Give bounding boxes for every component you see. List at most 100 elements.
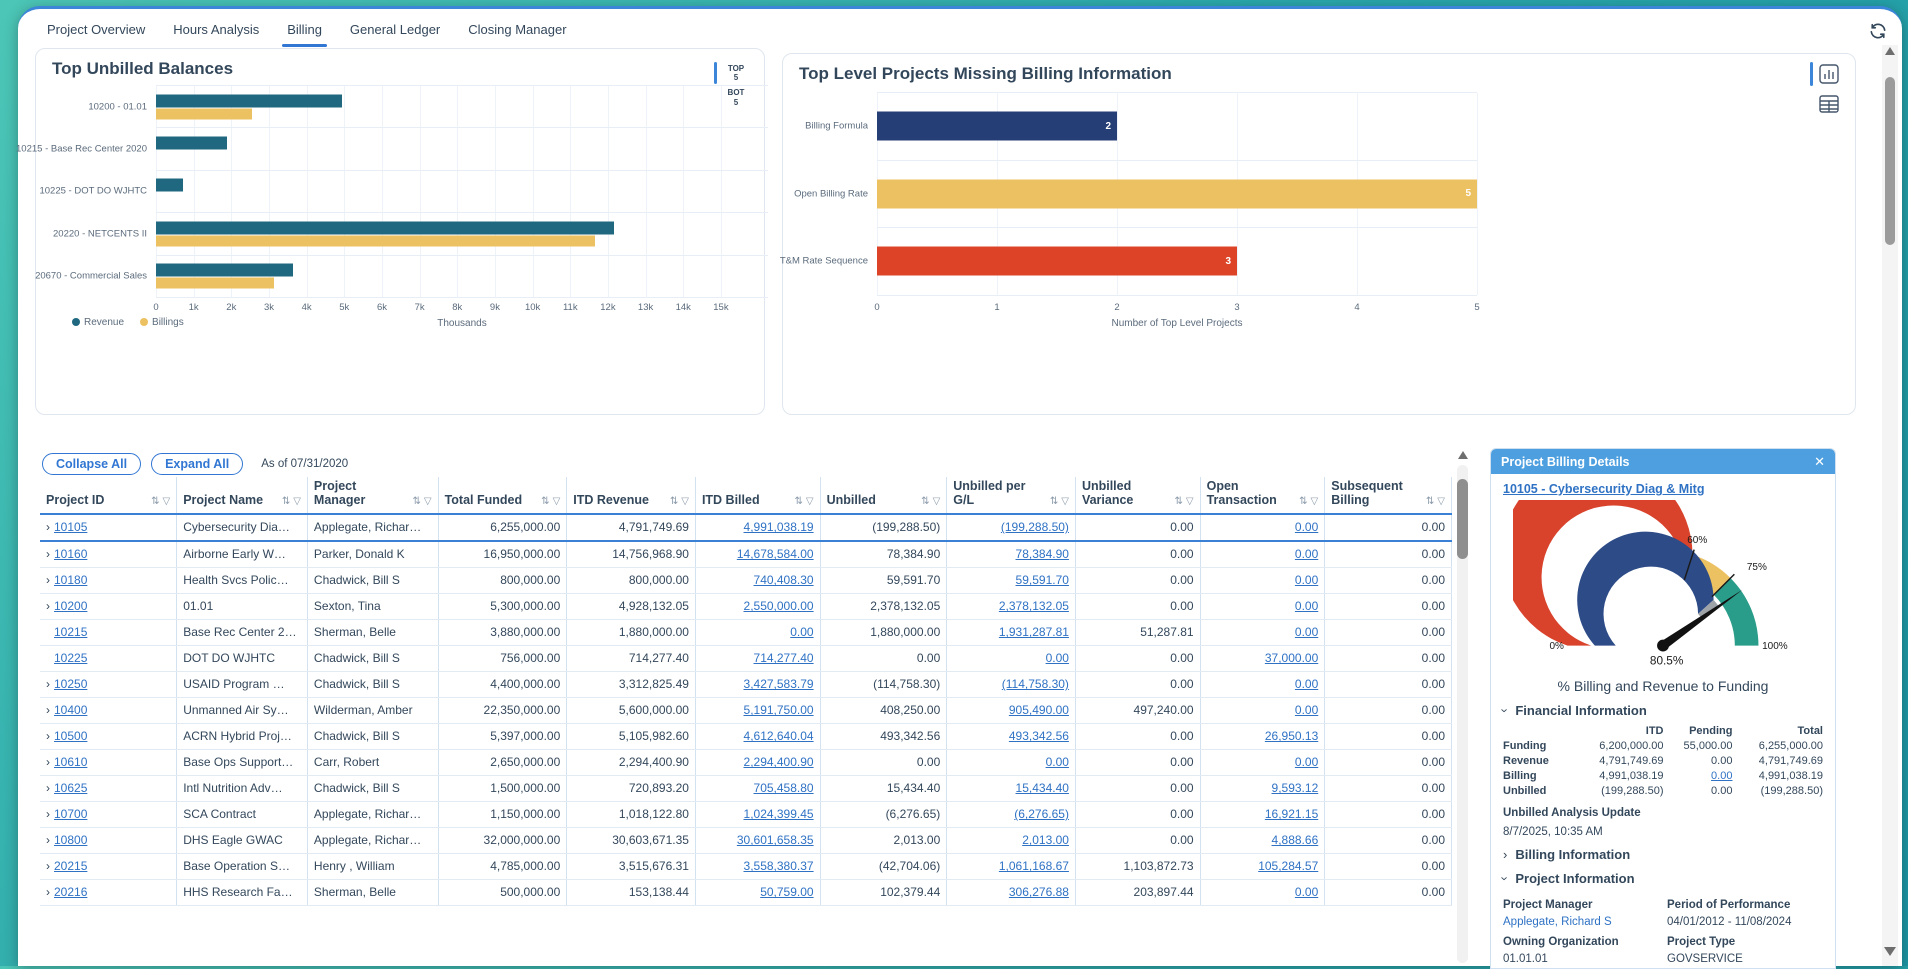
filter-icon[interactable]: ▽ bbox=[1186, 496, 1194, 507]
open_txn-link[interactable]: 0.00 bbox=[1295, 573, 1318, 587]
unbilled_gl-link[interactable]: 493,342.56 bbox=[1009, 729, 1069, 743]
project-id-link[interactable]: 10200 bbox=[54, 599, 87, 613]
expand-chevron-icon[interactable]: › bbox=[46, 599, 50, 613]
table-row-10500[interactable]: ›10500ACRN Hybrid Proj…Chadwick, Bill S5… bbox=[40, 723, 1452, 749]
table-row-10250[interactable]: ›10250USAID Program …Chadwick, Bill S4,4… bbox=[40, 671, 1452, 697]
open_txn-link[interactable]: 0.00 bbox=[1295, 547, 1318, 561]
bar-billings-10200-01-01[interactable] bbox=[156, 108, 252, 119]
expand-chevron-icon[interactable]: › bbox=[46, 755, 50, 769]
sort-icon[interactable]: ⇅ bbox=[1299, 496, 1307, 507]
unbilled_gl-link[interactable]: 2,378,132.05 bbox=[999, 599, 1069, 613]
sort-icon[interactable]: ⇅ bbox=[1175, 496, 1183, 507]
table-row-10225[interactable]: ›10225DOT DO WJHTCChadwick, Bill S756,00… bbox=[40, 645, 1452, 671]
unbilled_gl-link[interactable]: 1,931,287.81 bbox=[999, 625, 1069, 639]
filter-icon[interactable]: ▽ bbox=[293, 496, 301, 507]
sort-icon[interactable]: ⇅ bbox=[541, 496, 549, 507]
filter-icon[interactable]: ▽ bbox=[424, 496, 432, 507]
billed-link[interactable]: 4,612,640.04 bbox=[744, 729, 814, 743]
bar-revenue-10225-dot-do-wjhtc[interactable] bbox=[156, 179, 183, 192]
filter-icon[interactable]: ▽ bbox=[1061, 496, 1069, 507]
open_txn-link[interactable]: 37,000.00 bbox=[1265, 651, 1318, 665]
billed-link[interactable]: 50,759.00 bbox=[760, 885, 813, 899]
project-id-link[interactable]: 10160 bbox=[54, 547, 87, 561]
project-id-link[interactable]: 10250 bbox=[54, 677, 87, 691]
open_txn-link[interactable]: 4,888.66 bbox=[1272, 833, 1319, 847]
expand-chevron-icon[interactable]: › bbox=[46, 573, 50, 587]
section-project-information[interactable]: › Project Information bbox=[1503, 871, 1823, 886]
billed-link[interactable]: 2,550,000.00 bbox=[744, 599, 814, 613]
billed-link[interactable]: 5,191,750.00 bbox=[744, 703, 814, 717]
column-header-open_txn[interactable]: Open Transaction⇅▽ bbox=[1200, 477, 1325, 514]
sort-icon[interactable]: ⇅ bbox=[921, 496, 929, 507]
bar-open-billing-rate[interactable]: 5 bbox=[877, 179, 1477, 208]
column-header-manager[interactable]: Project Manager⇅▽ bbox=[307, 477, 438, 514]
close-icon[interactable]: ✕ bbox=[1814, 454, 1825, 470]
expand-chevron-icon[interactable]: › bbox=[46, 833, 50, 847]
open_txn-link[interactable]: 9,593.12 bbox=[1272, 781, 1319, 795]
unbilled_gl-link[interactable]: 2,013.00 bbox=[1022, 833, 1069, 847]
refresh-icon[interactable] bbox=[1868, 21, 1888, 41]
open_txn-link[interactable]: 105,284.57 bbox=[1258, 859, 1318, 873]
expand-chevron-icon[interactable]: › bbox=[46, 781, 50, 795]
unbilled_gl-link[interactable]: 0.00 bbox=[1046, 651, 1069, 665]
open_txn-link[interactable]: 26,950.13 bbox=[1265, 729, 1318, 743]
billed-link[interactable]: 3,427,583.79 bbox=[744, 677, 814, 691]
section-financial-information[interactable]: › Financial Information bbox=[1503, 703, 1823, 718]
unbilled_gl-link[interactable]: 59,591.70 bbox=[1016, 573, 1069, 587]
project-id-link[interactable]: 10180 bbox=[54, 573, 87, 587]
project-id-link[interactable]: 10610 bbox=[54, 755, 87, 769]
section-billing-information[interactable]: › Billing Information bbox=[1503, 847, 1823, 862]
expand-chevron-icon[interactable]: › bbox=[46, 807, 50, 821]
column-header-unbilled[interactable]: Unbilled⇅▽ bbox=[820, 477, 947, 514]
expand-all-button[interactable]: Expand All bbox=[151, 453, 243, 475]
column-header-id[interactable]: Project ID⇅▽ bbox=[40, 477, 177, 514]
table-row-10625[interactable]: ›10625Intl Nutrition Adv…Chadwick, Bill … bbox=[40, 775, 1452, 801]
billed-link[interactable]: 740,408.30 bbox=[754, 573, 814, 587]
project-id-link[interactable]: 10400 bbox=[54, 703, 87, 717]
billed-link[interactable]: 4,991,038.19 bbox=[744, 520, 814, 534]
table-row-10610[interactable]: ›10610Base Ops Support…Carr, Robert2,650… bbox=[40, 749, 1452, 775]
table-scrollbar[interactable] bbox=[1455, 449, 1470, 963]
column-header-name[interactable]: Project Name⇅▽ bbox=[177, 477, 308, 514]
open_txn-link[interactable]: 0.00 bbox=[1295, 677, 1318, 691]
sort-icon[interactable]: ⇅ bbox=[670, 496, 678, 507]
open_txn-link[interactable]: 0.00 bbox=[1295, 703, 1318, 717]
open_txn-link[interactable]: 0.00 bbox=[1295, 625, 1318, 639]
project-id-link[interactable]: 10625 bbox=[54, 781, 87, 795]
unbilled_gl-link[interactable]: (114,758.30) bbox=[1002, 677, 1069, 691]
bar-billing-formula[interactable]: 2 bbox=[877, 112, 1117, 141]
unbilled_gl-link[interactable]: 78,384.90 bbox=[1016, 547, 1069, 561]
page-scrollbar-thumb[interactable] bbox=[1885, 77, 1895, 245]
sort-icon[interactable]: ⇅ bbox=[795, 496, 803, 507]
table-row-10160[interactable]: ›10160Airborne Early W…Parker, Donald K1… bbox=[40, 541, 1452, 568]
unbilled_gl-link[interactable]: 905,490.00 bbox=[1009, 703, 1069, 717]
pending-billing-link[interactable]: 0.00 bbox=[1711, 770, 1732, 782]
open_txn-link[interactable]: 16,921.15 bbox=[1265, 807, 1318, 821]
billed-link[interactable]: 14,678,584.00 bbox=[737, 547, 814, 561]
filter-icon[interactable]: ▽ bbox=[1437, 496, 1445, 507]
project-id-link[interactable]: 20215 bbox=[54, 859, 87, 873]
unbilled_gl-link[interactable]: 306,276.88 bbox=[1009, 885, 1069, 899]
billed-link[interactable]: 714,277.40 bbox=[754, 651, 814, 665]
expand-chevron-icon[interactable]: › bbox=[46, 520, 50, 534]
table-row-10400[interactable]: ›10400Unmanned Air Sy…Wilderman, Amber22… bbox=[40, 697, 1452, 723]
table-row-10800[interactable]: ›10800DHS Eagle GWACApplegate, Richar…32… bbox=[40, 827, 1452, 853]
bar-chart-view-icon[interactable] bbox=[1819, 64, 1839, 84]
tab-billing[interactable]: Billing bbox=[274, 15, 335, 44]
project-id-link[interactable]: 10800 bbox=[54, 833, 87, 847]
unbilled_gl-link[interactable]: 1,061,168.67 bbox=[999, 859, 1069, 873]
sort-icon[interactable]: ⇅ bbox=[1426, 496, 1434, 507]
bar-revenue-10200-01-01[interactable] bbox=[156, 94, 342, 107]
table-row-20215[interactable]: ›20215Base Operation S…Henry , William4,… bbox=[40, 853, 1452, 879]
scroll-up-icon[interactable] bbox=[1885, 47, 1895, 55]
billed-link[interactable]: 705,458.80 bbox=[754, 781, 814, 795]
project-manager-link[interactable]: Applegate, Richard S bbox=[1503, 916, 1659, 928]
project-detail-link[interactable]: 10105 - Cybersecurity Diag & Mitg bbox=[1503, 482, 1704, 496]
unbilled_gl-link[interactable]: 15,434.40 bbox=[1016, 781, 1069, 795]
table-scrollbar-thumb[interactable] bbox=[1457, 479, 1468, 559]
project-id-link[interactable]: 10225 bbox=[54, 651, 87, 665]
tab-hours-analysis[interactable]: Hours Analysis bbox=[160, 15, 272, 44]
collapse-all-button[interactable]: Collapse All bbox=[42, 453, 141, 475]
filter-icon[interactable]: ▽ bbox=[163, 496, 171, 507]
column-header-revenue[interactable]: ITD Revenue⇅▽ bbox=[567, 477, 696, 514]
